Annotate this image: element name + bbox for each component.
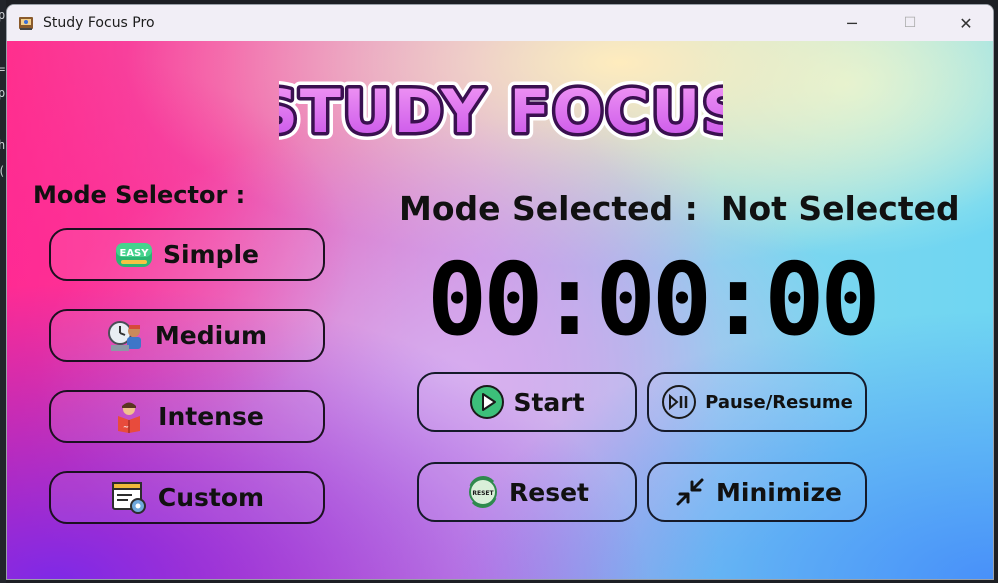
clock-worker-icon <box>107 320 141 351</box>
bg-char: ( <box>0 164 5 178</box>
reset-label: Reset <box>509 477 589 507</box>
mode-status-value: Not Selected <box>720 189 960 228</box>
reset-icon: RESET <box>469 476 497 508</box>
mode-medium-label: Medium <box>154 321 268 350</box>
mode-medium-button[interactable]: Medium <box>49 309 325 362</box>
mode-custom-button[interactable]: Custom <box>49 471 325 524</box>
pause-play-icon <box>662 385 697 419</box>
easy-badge-icon: EASY <box>115 242 152 267</box>
svg-text:~: ~ <box>123 423 129 431</box>
mode-selector-label: Mode Selector : <box>33 181 246 209</box>
title-bar[interactable]: Study Focus Pro ─ ☐ ✕ <box>7 5 993 41</box>
mode-status: Mode Selected : Not Selected <box>399 189 960 228</box>
window-title: Study Focus Pro <box>43 15 155 31</box>
mode-simple-label: Simple <box>162 240 260 269</box>
pause-resume-label: Pause/Resume <box>705 391 853 413</box>
pause-resume-button[interactable]: Pause/Resume <box>647 372 867 432</box>
bg-char: p <box>0 86 6 100</box>
bg-char: h <box>0 138 6 152</box>
mode-status-label: Mode Selected : <box>399 189 698 228</box>
mode-intense-label: Intense <box>158 402 264 431</box>
mode-simple-button[interactable]: EASY Simple <box>49 228 325 281</box>
study-app-icon <box>19 17 33 30</box>
maximize-window-button[interactable]: ☐ <box>881 5 939 41</box>
close-window-button[interactable]: ✕ <box>937 5 993 41</box>
collapse-arrows-icon <box>676 478 704 506</box>
settings-window-icon <box>111 481 146 514</box>
bg-char: p <box>0 8 6 22</box>
start-label: Start <box>513 387 585 417</box>
minimize-app-button[interactable]: Minimize <box>647 462 867 522</box>
minimize-label: Minimize <box>716 477 842 507</box>
svg-text:EASY: EASY <box>119 248 149 259</box>
app-window: Study Focus Pro ─ ☐ ✕ STUDY FOCUS STUDY … <box>6 4 994 580</box>
study-focus-logo: STUDY FOCUS STUDY FOCUS STUDY FOCUS <box>279 75 723 147</box>
svg-text:RESET: RESET <box>472 490 494 497</box>
app-content: STUDY FOCUS STUDY FOCUS STUDY FOCUS Mode… <box>7 41 993 579</box>
minimize-window-button[interactable]: ─ <box>823 5 881 41</box>
mode-intense-button[interactable]: ~ Intense <box>49 390 325 443</box>
reset-button[interactable]: RESET Reset <box>417 462 637 522</box>
start-button[interactable]: Start <box>417 372 637 432</box>
play-icon <box>470 385 505 419</box>
logo-text: STUDY FOCUS <box>279 77 723 147</box>
bg-char: = <box>0 62 6 76</box>
timer-display: 00:00:00 <box>427 241 881 358</box>
mode-custom-label: Custom <box>157 483 265 512</box>
reading-student-icon: ~ <box>118 402 141 433</box>
